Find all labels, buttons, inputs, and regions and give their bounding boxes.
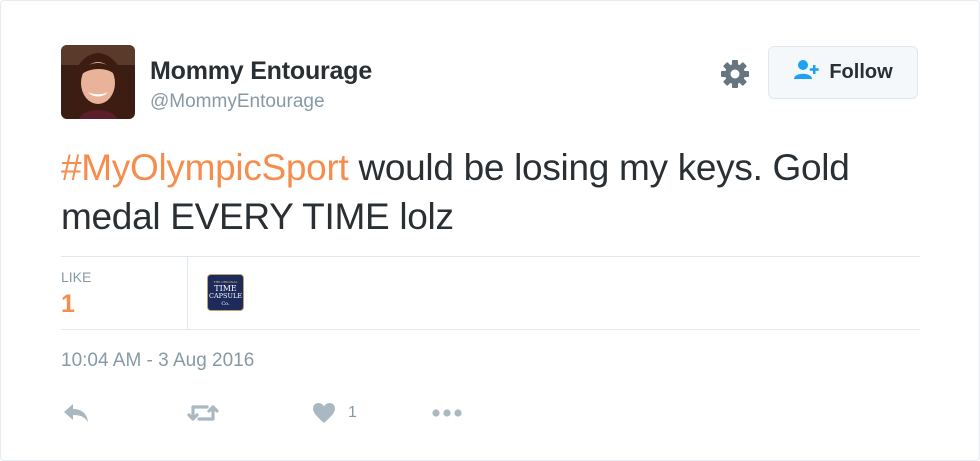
gear-icon[interactable] bbox=[719, 58, 751, 90]
like-button[interactable]: 1 bbox=[312, 398, 357, 428]
add-user-icon bbox=[793, 59, 821, 86]
reply-button[interactable] bbox=[63, 398, 89, 428]
like-action-count: 1 bbox=[348, 404, 357, 421]
tweet-stats: LIKE 1 THE ORIGINAL TIME CAPSULE Co. bbox=[61, 256, 920, 330]
svg-text:CAPSULE: CAPSULE bbox=[209, 292, 242, 300]
tweet-text: #MyOlympicSport would be losing my keys.… bbox=[61, 143, 921, 241]
tweet-timestamp[interactable]: 10:04 AM - 3 Aug 2016 bbox=[61, 350, 254, 372]
time-capsule-logo: THE ORIGINAL TIME CAPSULE Co. bbox=[208, 275, 243, 310]
retweet-icon bbox=[187, 402, 219, 424]
heart-icon bbox=[312, 402, 336, 424]
liker-avatar[interactable]: THE ORIGINAL TIME CAPSULE Co. bbox=[207, 274, 244, 311]
like-stat-label: LIKE bbox=[61, 269, 92, 285]
svg-text:Co.: Co. bbox=[221, 301, 230, 307]
user-handle[interactable]: @MommyEntourage bbox=[150, 91, 325, 113]
hashtag-link[interactable]: #MyOlympicSport bbox=[61, 147, 349, 188]
like-stat-count: 1 bbox=[61, 290, 75, 318]
more-button[interactable] bbox=[432, 398, 462, 428]
follow-button[interactable]: Follow bbox=[768, 46, 918, 99]
user-display-name[interactable]: Mommy Entourage bbox=[150, 57, 372, 86]
follow-button-label: Follow bbox=[829, 61, 893, 83]
like-stat[interactable]: LIKE 1 bbox=[61, 257, 188, 329]
user-avatar[interactable] bbox=[61, 45, 135, 119]
more-icon bbox=[432, 408, 462, 418]
reply-icon bbox=[63, 403, 89, 423]
retweet-button[interactable] bbox=[187, 398, 219, 428]
